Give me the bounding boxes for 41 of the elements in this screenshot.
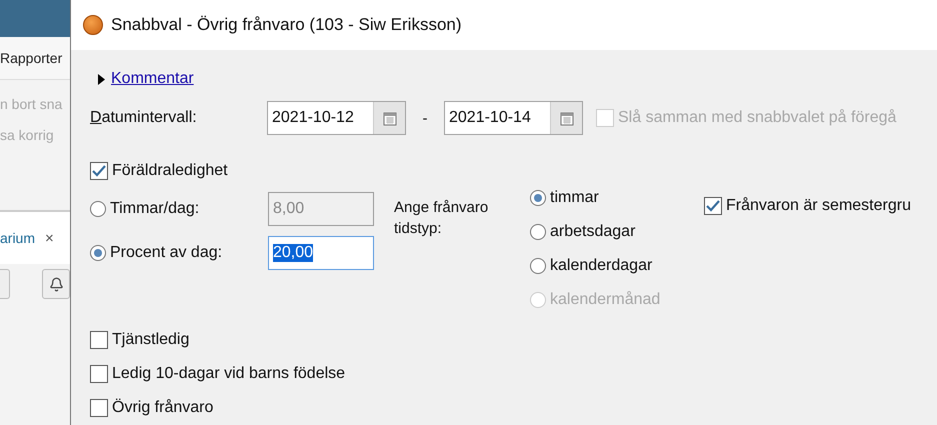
checkbox[interactable] bbox=[90, 331, 108, 349]
checkbox[interactable] bbox=[90, 365, 108, 383]
calendar-icon bbox=[382, 110, 396, 126]
window-title: Snabbval - Övrig frånvaro (103 - Siw Eriksson) bbox=[111, 15, 462, 35]
checkbox-label: Slå samman med snabbvalet på föregå bbox=[618, 109, 896, 127]
checkbox-label: Ledig 10-dagar vid barns födelse bbox=[112, 365, 346, 383]
field-label: Datumintervall: bbox=[90, 109, 198, 127]
list-text: sa korrig bbox=[0, 126, 54, 142]
radio-label: Timmar/dag: bbox=[110, 200, 200, 218]
checkbox[interactable] bbox=[90, 162, 108, 180]
checkbox-label: Frånvaron är semestergru bbox=[726, 197, 911, 215]
logo-icon bbox=[83, 15, 103, 35]
radio-label: Procent av dag: bbox=[110, 244, 222, 262]
checkbox-label: Tjänstledig bbox=[112, 331, 190, 349]
list-text: n bort sna bbox=[0, 96, 62, 112]
radio-label: kalenderdagar bbox=[550, 257, 652, 275]
date-separator: - bbox=[422, 110, 428, 126]
close-icon[interactable]: × bbox=[45, 230, 54, 246]
radio-button[interactable] bbox=[90, 201, 106, 217]
bell-button[interactable] bbox=[42, 269, 70, 299]
checkbox[interactable] bbox=[704, 197, 722, 215]
radio-button[interactable] bbox=[530, 190, 546, 206]
input-field[interactable]: 20,00 bbox=[268, 236, 374, 270]
radio-label: arbetsdagar bbox=[550, 223, 636, 241]
calendar-icon bbox=[560, 110, 574, 126]
radio-label: kalendermånad bbox=[550, 291, 660, 309]
tab[interactable]: arium bbox=[0, 230, 36, 246]
comment-link[interactable]: Kommentar bbox=[111, 70, 194, 88]
radio-button[interactable] bbox=[530, 258, 546, 274]
field-label: Ange frånvaro tidstyp: bbox=[394, 199, 488, 237]
date-field[interactable]: 2021-10-14 bbox=[444, 101, 583, 135]
checkbox[interactable] bbox=[90, 399, 108, 417]
date-field[interactable]: 2021-10-12 bbox=[267, 101, 406, 135]
radio-button[interactable] bbox=[530, 224, 546, 240]
checkbox-label: Övrig frånvaro bbox=[112, 399, 214, 417]
app-header-bar bbox=[0, 0, 70, 37]
radio-label: timmar bbox=[550, 189, 599, 207]
bell-icon bbox=[48, 276, 64, 292]
radio-button[interactable] bbox=[90, 245, 106, 261]
expand-triangle-icon[interactable] bbox=[98, 74, 105, 84]
checkbox-label: Föräldraledighet bbox=[112, 162, 228, 180]
